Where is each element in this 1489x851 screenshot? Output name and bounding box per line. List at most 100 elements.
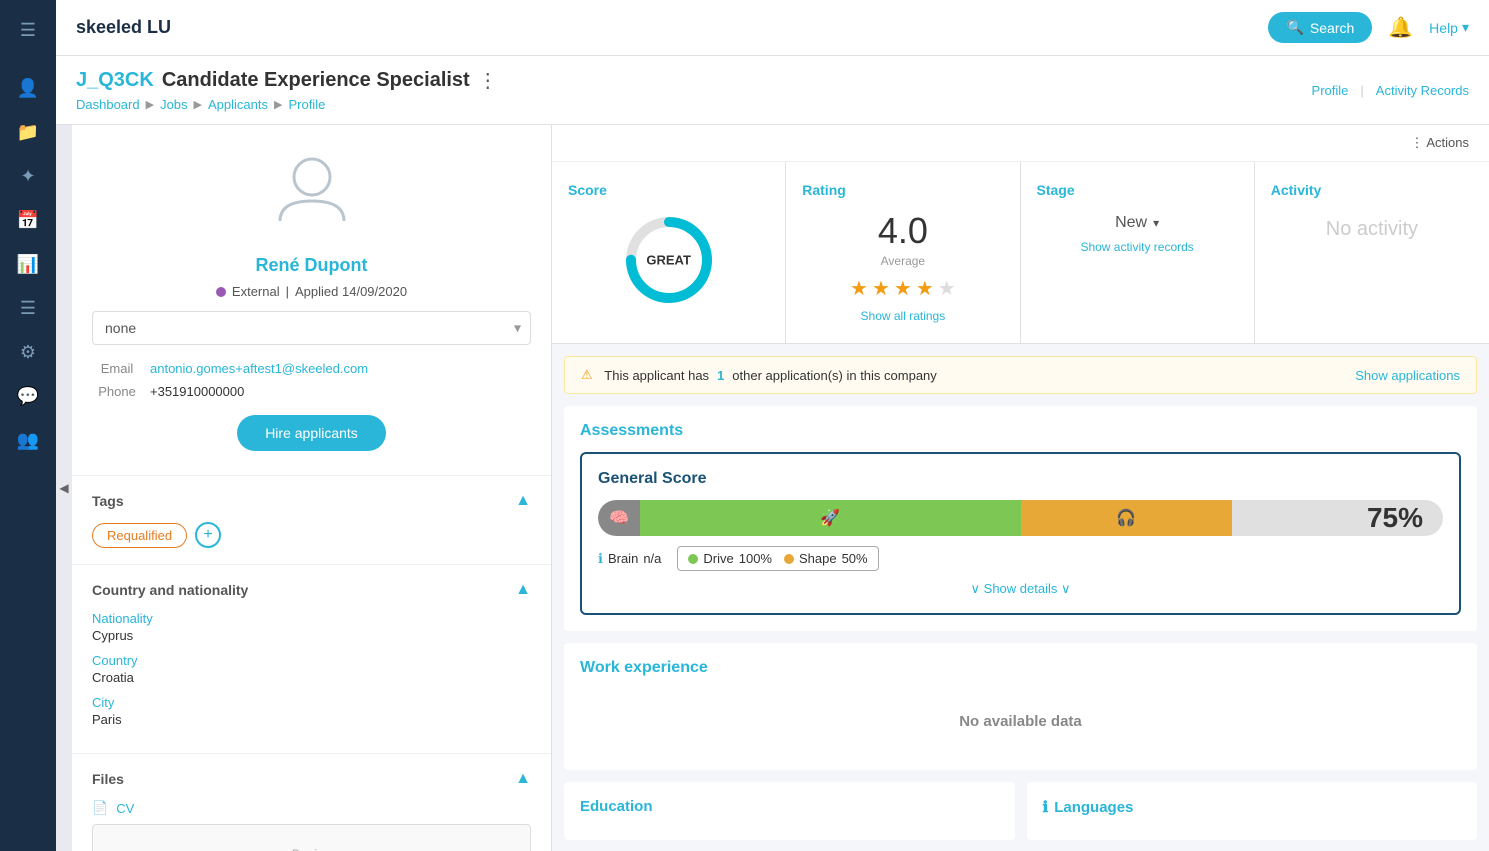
- general-score-box: General Score 🧠 🚀 🎧 75%: [580, 452, 1461, 615]
- score-cards: Score GREAT: [552, 162, 1489, 344]
- files-toggle[interactable]: ▲: [515, 770, 531, 788]
- files-section: Files ▲ 📄 CV Preview: [72, 754, 551, 851]
- shape-bar: 🎧: [1021, 500, 1232, 536]
- country-value: Croatia: [92, 670, 531, 685]
- show-all-ratings-link[interactable]: Show all ratings: [802, 309, 1003, 323]
- no-activity-text: No activity: [1271, 218, 1473, 241]
- cv-preview: Preview: [92, 824, 531, 851]
- cv-file[interactable]: 📄 CV: [92, 800, 531, 816]
- brain-info-icon: ℹ: [598, 551, 603, 567]
- info-icon: ⚠: [581, 367, 593, 383]
- assessments-title: Assessments: [580, 422, 1461, 440]
- sidebar-list-icon[interactable]: ☰: [8, 288, 48, 328]
- sidebar-chat-icon[interactable]: 💬: [8, 376, 48, 416]
- brain-bar: 🧠: [598, 500, 640, 536]
- actions-button[interactable]: ⋮ Actions: [1410, 135, 1469, 151]
- sidebar-folder-icon[interactable]: 📁: [8, 112, 48, 152]
- tags-title: Tags: [92, 493, 124, 509]
- add-tag-button[interactable]: +: [195, 522, 221, 548]
- breadcrumb-dashboard[interactable]: Dashboard: [76, 97, 140, 112]
- country-group: Country Croatia: [92, 653, 531, 685]
- work-experience-no-data: No available data: [580, 689, 1461, 754]
- rating-title: Rating: [802, 182, 1003, 198]
- help-button[interactable]: Help ▾: [1429, 19, 1469, 36]
- files-header: Files ▲: [92, 770, 531, 788]
- donut-wrapper: GREAT: [568, 210, 769, 310]
- nav-profile-link[interactable]: Profile: [1312, 83, 1349, 98]
- stage-chevron-icon: ▾: [1153, 216, 1159, 230]
- collapse-toggle[interactable]: ◀: [56, 125, 72, 851]
- shape-legend: Shape 50%: [784, 551, 868, 566]
- drive-dot: [688, 554, 698, 564]
- search-button[interactable]: 🔍 Search: [1268, 12, 1372, 43]
- hire-button[interactable]: Hire applicants: [237, 415, 386, 451]
- star-5: ★: [938, 276, 956, 301]
- score-donut: GREAT: [619, 210, 719, 310]
- rating-avg: Average: [802, 254, 1003, 268]
- tags-section: Tags ▲ Requalified +: [72, 476, 551, 565]
- candidate-type: External: [232, 284, 280, 299]
- breadcrumb-sep-3: ▶: [274, 98, 282, 111]
- brand: skeeled LU: [76, 17, 171, 38]
- sidebar-user-icon[interactable]: 👤: [8, 68, 48, 108]
- help-label: Help: [1429, 20, 1458, 36]
- shape-dot: [784, 554, 794, 564]
- sidebar-puzzle-icon[interactable]: ⚙: [8, 332, 48, 372]
- languages-section: ℹ Languages: [1027, 782, 1478, 840]
- stage-title: Stage: [1037, 182, 1238, 198]
- pipeline-wrapper: none: [92, 311, 531, 345]
- drive-icon: 🚀: [820, 508, 840, 528]
- country-label: Country: [92, 653, 531, 668]
- nav-sep: |: [1360, 83, 1363, 98]
- languages-title: ℹ Languages: [1043, 798, 1462, 816]
- breadcrumb: Dashboard ▶ Jobs ▶ Applicants ▶ Profile: [76, 97, 498, 112]
- job-menu-icon[interactable]: ⋮: [478, 68, 498, 93]
- search-icon: 🔍: [1286, 19, 1303, 36]
- notification-icon[interactable]: 🔔: [1388, 15, 1413, 40]
- sidebar-calendar-icon[interactable]: 📅: [8, 200, 48, 240]
- breadcrumb-profile[interactable]: Profile: [288, 97, 325, 112]
- rating-value: 4.0: [802, 210, 1003, 252]
- phone-row: Phone +351910000000: [92, 380, 531, 403]
- brain-legend-value: n/a: [643, 551, 661, 566]
- country-header: Country and nationality ▲: [92, 581, 531, 599]
- score-legend: ℹ Brain n/a Drive 100%: [598, 546, 1443, 571]
- email-value: antonio.gomes+aftest1@skeeled.com: [150, 361, 368, 376]
- sidebar-star-icon[interactable]: ✦: [8, 156, 48, 196]
- right-panel: ⋮ Actions Score GREAT: [552, 125, 1489, 851]
- nav-activity-link[interactable]: Activity Records: [1376, 83, 1469, 98]
- search-label: Search: [1310, 20, 1354, 36]
- topnav: skeeled LU 🔍 Search 🔔 Help ▾: [56, 0, 1489, 56]
- brain-icon: 🧠: [609, 508, 629, 528]
- show-details-link[interactable]: ∨ Show details ∨: [598, 581, 1443, 597]
- candidate-applied: Applied 14/09/2020: [295, 284, 407, 299]
- breadcrumb-jobs[interactable]: Jobs: [160, 97, 187, 112]
- pipeline-select[interactable]: none: [92, 311, 531, 345]
- tags-toggle[interactable]: ▲: [515, 492, 531, 510]
- job-header-left: J_Q3CK Candidate Experience Specialist ⋮…: [76, 68, 498, 112]
- brain-legend: ℹ Brain n/a: [598, 551, 661, 567]
- show-activity-records-link[interactable]: Show activity records: [1037, 240, 1238, 254]
- job-name: Candidate Experience Specialist: [162, 69, 470, 92]
- help-chevron-icon: ▾: [1462, 19, 1469, 36]
- drive-shape-legend: Drive 100% Shape 50%: [677, 546, 878, 571]
- brain-legend-label: Brain: [608, 551, 638, 566]
- avatar-icon: [92, 149, 531, 243]
- sidebar-menu-icon[interactable]: ☰: [8, 10, 48, 50]
- score-card: Score GREAT: [552, 162, 786, 343]
- sidebar-people-icon[interactable]: 👥: [8, 420, 48, 460]
- country-toggle[interactable]: ▲: [515, 581, 531, 599]
- score-title: Score: [568, 182, 769, 198]
- breadcrumb-applicants[interactable]: Applicants: [208, 97, 268, 112]
- country-title: Country and nationality: [92, 582, 248, 598]
- star-3: ★: [894, 276, 912, 301]
- collapse-icon: ◀: [59, 481, 68, 495]
- activity-title: Activity: [1271, 182, 1473, 198]
- sidebar: ☰ 👤 📁 ✦ 📅 📊 ☰ ⚙ 💬 👥: [0, 0, 56, 851]
- stage-value[interactable]: New: [1115, 214, 1147, 232]
- progress-percentage: 75%: [1367, 502, 1435, 534]
- languages-info-icon: ℹ: [1043, 798, 1049, 816]
- show-applications-link[interactable]: Show applications: [1355, 368, 1460, 383]
- files-title: Files: [92, 771, 124, 787]
- sidebar-chart-icon[interactable]: 📊: [8, 244, 48, 284]
